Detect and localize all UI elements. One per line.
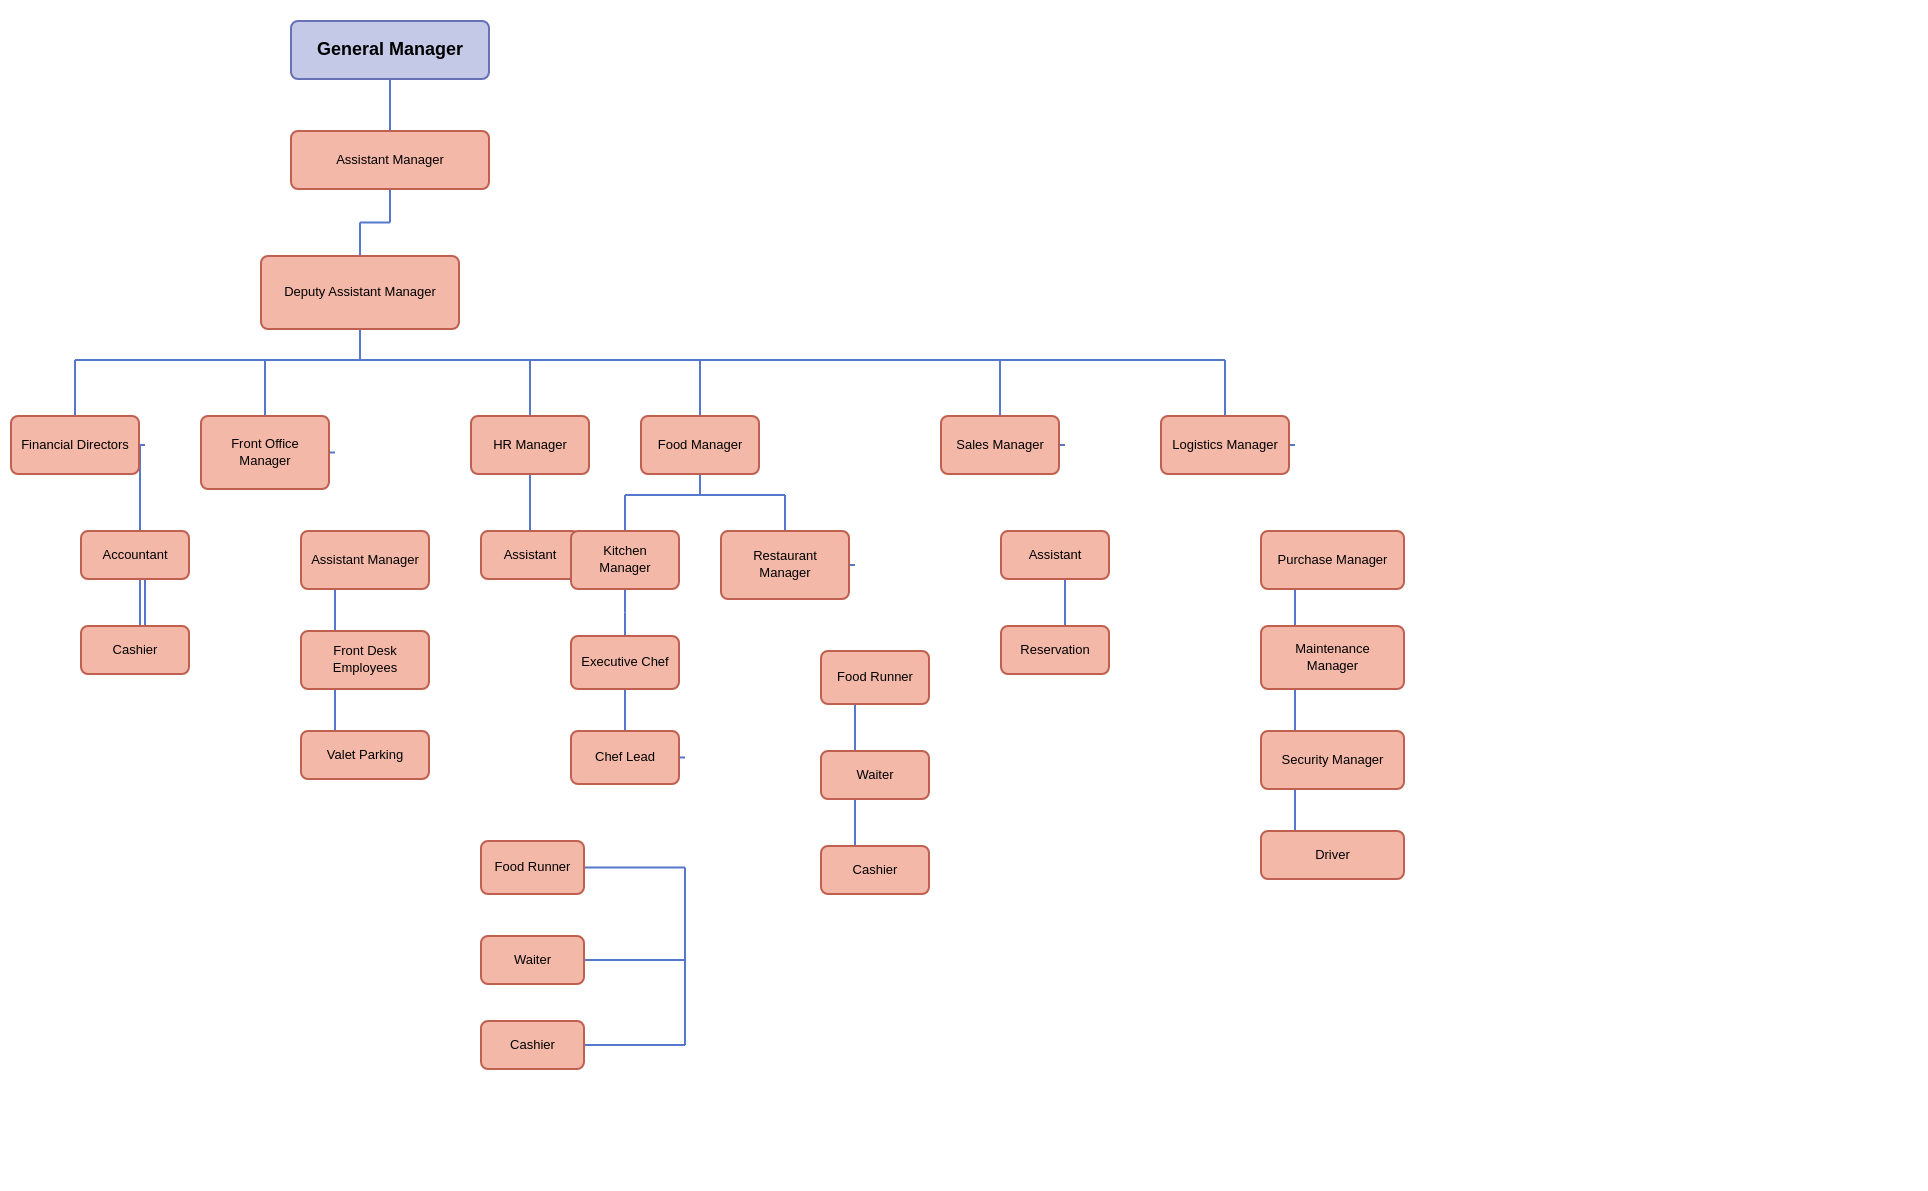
- node-food_runner_rm: Food Runner: [820, 650, 930, 705]
- node-deputy_assistant_manager: Deputy Assistant Manager: [260, 255, 460, 330]
- node-food_runner_fm: Food Runner: [480, 840, 585, 895]
- node-accountant: Accountant: [80, 530, 190, 580]
- node-waiter_fm: Waiter: [480, 935, 585, 985]
- node-hr_manager: HR Manager: [470, 415, 590, 475]
- node-assistant_sales: Assistant: [1000, 530, 1110, 580]
- node-reservation: Reservation: [1000, 625, 1110, 675]
- node-general_manager: General Manager: [290, 20, 490, 80]
- node-waiter_rm: Waiter: [820, 750, 930, 800]
- org-chart: General Manager Assistant Manager Deputy A…: [0, 0, 1928, 1130]
- node-chef_lead: Chef Lead: [570, 730, 680, 785]
- node-cashier_fin: Cashier: [80, 625, 190, 675]
- node-front_desk_employees: Front Desk Employees: [300, 630, 430, 690]
- node-front_office_manager: Front Office Manager: [200, 415, 330, 490]
- node-kitchen_manager: Kitchen Manager: [570, 530, 680, 590]
- node-cashier_fm: Cashier: [480, 1020, 585, 1070]
- node-financial_directors: Financial Directors: [10, 415, 140, 475]
- node-food_manager: Food Manager: [640, 415, 760, 475]
- node-logistics_manager: Logistics Manager: [1160, 415, 1290, 475]
- node-assistant_manager: Assistant Manager: [290, 130, 490, 190]
- node-restaurant_manager: Restaurant Manager: [720, 530, 850, 600]
- node-cashier_rm: Cashier: [820, 845, 930, 895]
- node-valet_parking: Valet Parking: [300, 730, 430, 780]
- node-assistant_hr: Assistant: [480, 530, 580, 580]
- node-executive_chef: Executive Chef: [570, 635, 680, 690]
- node-assistant_manager_fo: Assistant Manager: [300, 530, 430, 590]
- node-maintenance_manager: Maintenance Manager: [1260, 625, 1405, 690]
- node-sales_manager: Sales Manager: [940, 415, 1060, 475]
- node-security_manager: Security Manager: [1260, 730, 1405, 790]
- node-purchase_manager: Purchase Manager: [1260, 530, 1405, 590]
- node-driver: Driver: [1260, 830, 1405, 880]
